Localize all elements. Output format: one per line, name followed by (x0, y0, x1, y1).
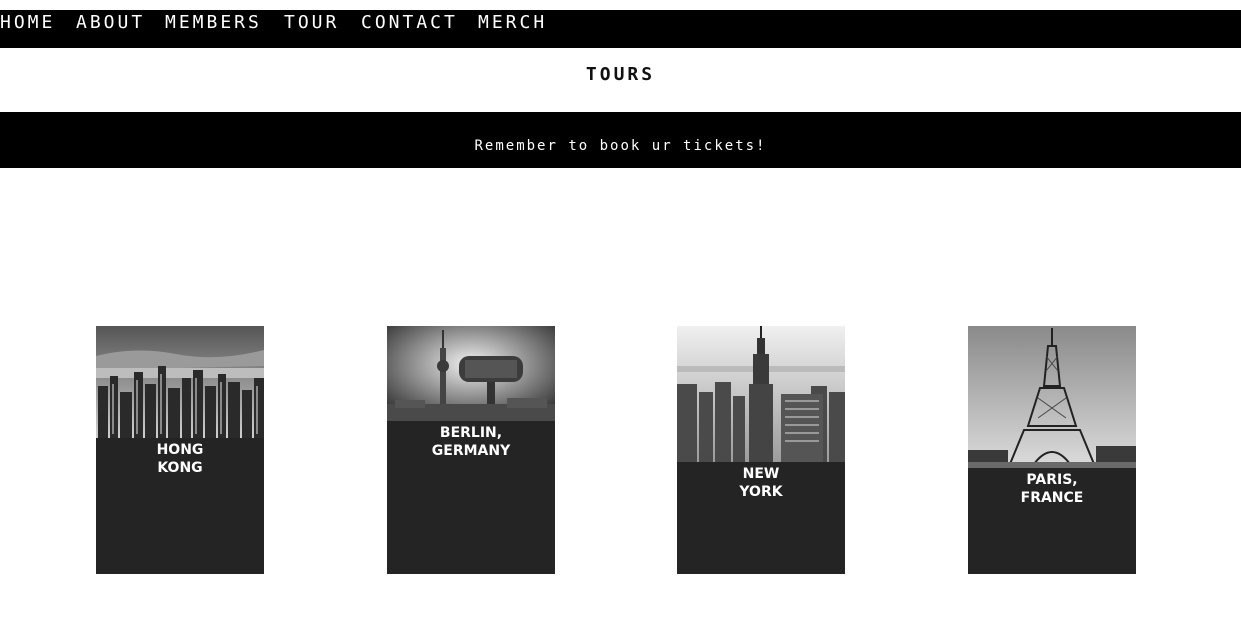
paris-eiffel-tower-image (968, 326, 1136, 468)
tour-card-paris[interactable]: PARIS, FRANCE (968, 326, 1136, 574)
ticket-banner: Remember to book ur tickets! (0, 112, 1241, 168)
nav-tour-link[interactable]: TOUR (284, 12, 339, 34)
nav-about-link[interactable]: ABOUT (76, 12, 145, 34)
hong-kong-skyline-image (96, 326, 264, 438)
page-title: TOURS (585, 64, 656, 85)
tour-card-berlin[interactable]: BERLIN, GERMANY (387, 326, 555, 574)
tour-city-label: NEW YORK (739, 466, 783, 500)
tour-city-label: PARIS, FRANCE (1020, 472, 1084, 506)
tour-city-label: HONG KONG (156, 442, 204, 476)
nav-contact-link[interactable]: CONTACT (361, 12, 458, 34)
top-nav: HOME ABOUT MEMBERS TOUR CONTACT MERCH (0, 10, 1241, 48)
nav-merch-link[interactable]: MERCH (478, 12, 547, 34)
nav-members-link[interactable]: MEMBERS (165, 12, 262, 34)
banner-text: Remember to book ur tickets! (474, 138, 767, 154)
nav-home-link[interactable]: HOME (0, 12, 55, 34)
new-york-empire-state-image (677, 326, 845, 462)
berlin-tv-tower-image (387, 326, 555, 421)
tour-card-hong-kong[interactable]: HONG KONG (96, 326, 264, 574)
tour-city-label: BERLIN, GERMANY (431, 425, 511, 459)
tour-card-new-york[interactable]: NEW YORK (677, 326, 845, 574)
